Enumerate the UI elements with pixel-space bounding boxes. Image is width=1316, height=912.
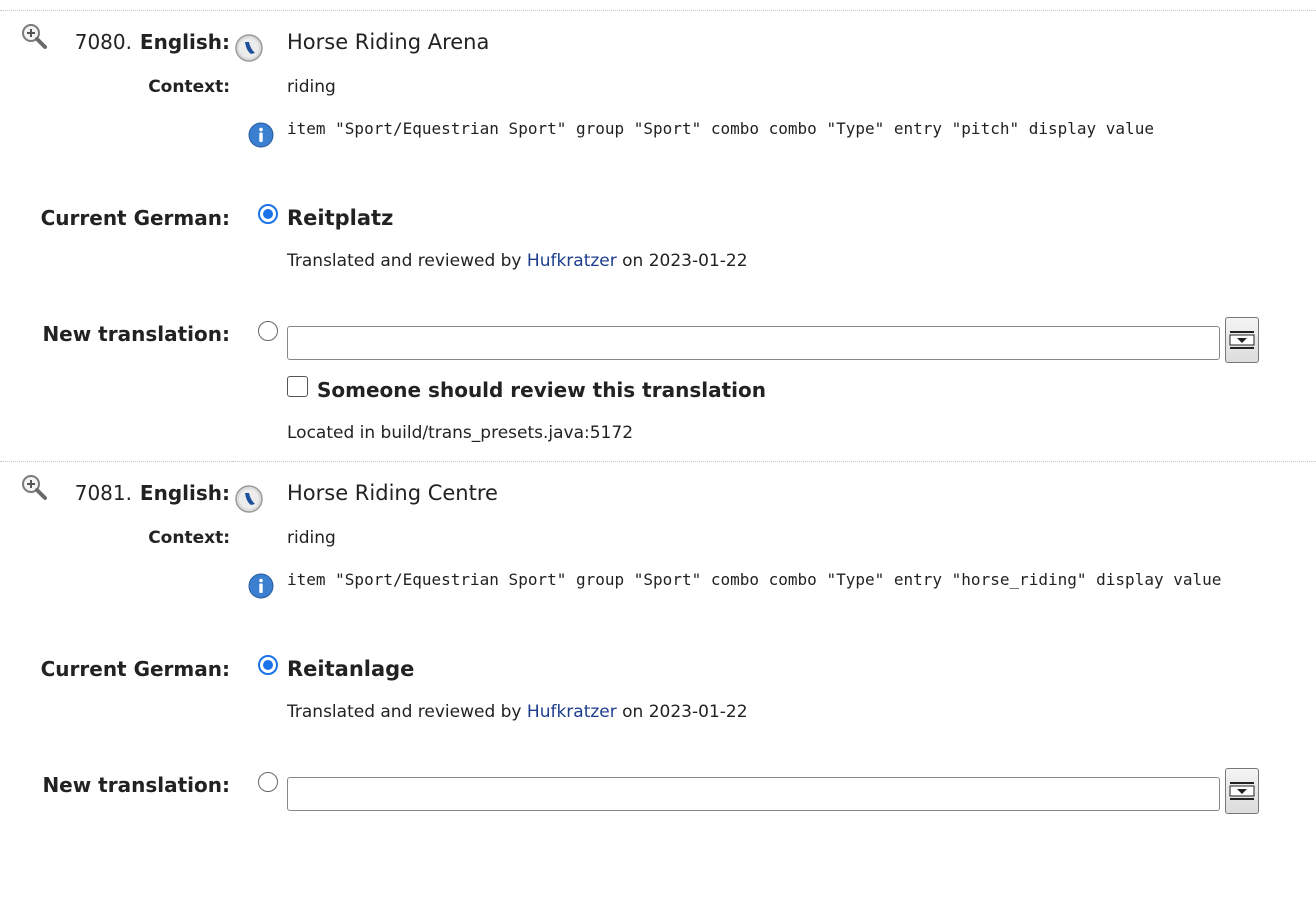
current-translation-text: Reitanlage [287,657,415,681]
reviewed-date: on 2023-01-22 [622,702,748,722]
english-label: English: [139,30,230,54]
zoom-in-icon[interactable] [20,22,48,50]
info-icon [248,573,274,599]
current-translation-label: Current German: [40,206,230,230]
english-label: English: [139,481,230,505]
review-info: Translated and reviewed by Hufkratzer on… [287,702,748,722]
reviewed-date: on 2023-01-22 [622,251,748,271]
new-translation-input[interactable] [287,777,1220,811]
translation-entry: 7080. English: Horse Riding Arena Contex… [0,10,1316,461]
new-translation-label: New translation: [42,322,230,346]
english-source-text: Horse Riding Arena [287,30,490,54]
language-globe-icon [234,33,264,63]
expand-textarea-icon [1229,782,1255,800]
zoom-in-icon[interactable] [20,473,48,501]
entry-separator [0,461,232,462]
source-location: Located in build/trans_presets.java:5172 [287,423,634,443]
new-translation-radio[interactable] [258,772,278,792]
current-translation-radio[interactable] [258,655,278,675]
expand-textarea-button[interactable] [1225,768,1259,814]
current-translation-label: Current German: [40,657,230,681]
expand-textarea-icon [1229,331,1255,349]
language-globe-icon [234,484,264,514]
current-translation-text: Reitplatz [287,206,394,230]
reviewed-by-text: Translated and reviewed by [287,251,522,271]
entry-number: 7081. [74,481,132,505]
new-translation-label: New translation: [42,773,230,797]
source-comment: item "Sport/Equestrian Sport" group "Spo… [287,119,1154,138]
translation-entry: 7081. English: Horse Riding Centre Conte… [0,461,1316,912]
current-translation-radio[interactable] [258,204,278,224]
review-info: Translated and reviewed by Hufkratzer on… [287,251,748,271]
reviewed-by-text: Translated and reviewed by [287,702,522,722]
context-label: Context: [148,77,230,97]
reviewer-link[interactable]: Hufkratzer [527,702,617,722]
context-label: Context: [148,528,230,548]
review-checkbox[interactable] [287,376,308,397]
review-checkbox-label[interactable]: Someone should review this translation [317,378,766,402]
english-source-text: Horse Riding Centre [287,481,498,505]
context-value: riding [287,77,336,97]
new-translation-radio[interactable] [258,321,278,341]
source-comment: item "Sport/Equestrian Sport" group "Spo… [287,570,1222,589]
expand-textarea-button[interactable] [1225,317,1259,363]
context-value: riding [287,528,336,548]
entry-separator [0,10,1316,11]
reviewer-link[interactable]: Hufkratzer [527,251,617,271]
entry-number: 7080. [74,30,132,54]
info-icon [248,122,274,148]
entry-separator [232,461,1316,462]
new-translation-input[interactable] [287,326,1220,360]
